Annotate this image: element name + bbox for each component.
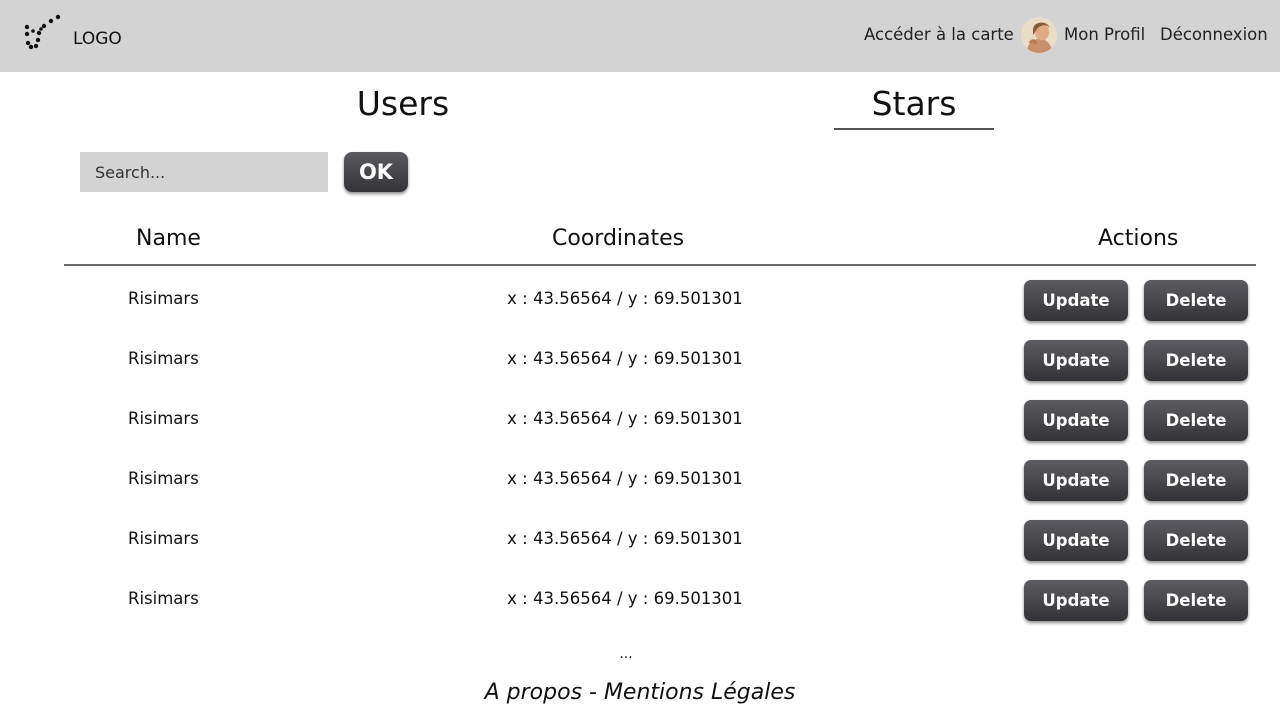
star-name: Risimars: [128, 529, 199, 548]
star-coordinates: x : 43.56564 / y : 69.501301: [507, 469, 743, 488]
update-button[interactable]: Update: [1024, 520, 1128, 561]
star-name: Risimars: [128, 469, 199, 488]
star-name: Risimars: [128, 289, 199, 308]
delete-button[interactable]: Delete: [1144, 580, 1248, 621]
tab-stars[interactable]: Stars: [834, 84, 994, 130]
star-coordinates: x : 43.56564 / y : 69.501301: [507, 349, 743, 368]
tab-users[interactable]: Users: [340, 84, 466, 123]
nav-profile-link[interactable]: Mon Profil: [1064, 25, 1145, 44]
table-row: Risimars x : 43.56564 / y : 69.501301 Up…: [0, 580, 1280, 622]
delete-button[interactable]: Delete: [1144, 520, 1248, 561]
star-coordinates: x : 43.56564 / y : 69.501301: [507, 289, 743, 308]
update-button[interactable]: Update: [1024, 400, 1128, 441]
column-header-coordinates: Coordinates: [552, 226, 685, 251]
table-row: Risimars x : 43.56564 / y : 69.501301 Up…: [0, 280, 1280, 322]
update-button[interactable]: Update: [1024, 340, 1128, 381]
user-avatar[interactable]: [1021, 17, 1057, 53]
logo-text[interactable]: LOGO: [73, 29, 122, 49]
footer-legal-link[interactable]: A propos - Mentions Légales: [440, 680, 840, 705]
update-button[interactable]: Update: [1024, 460, 1128, 501]
update-button[interactable]: Update: [1024, 580, 1128, 621]
search-ok-button[interactable]: OK: [344, 152, 408, 192]
table-row: Risimars x : 43.56564 / y : 69.501301 Up…: [0, 400, 1280, 442]
delete-button[interactable]: Delete: [1144, 400, 1248, 441]
column-header-actions: Actions: [1098, 226, 1179, 251]
star-name: Risimars: [128, 349, 199, 368]
table-row: Risimars x : 43.56564 / y : 69.501301 Up…: [0, 520, 1280, 562]
delete-button[interactable]: Delete: [1144, 340, 1248, 381]
delete-button[interactable]: Delete: [1144, 460, 1248, 501]
nav-logout-link[interactable]: Déconnexion: [1160, 25, 1268, 44]
delete-button[interactable]: Delete: [1144, 280, 1248, 321]
update-button[interactable]: Update: [1024, 280, 1128, 321]
star-coordinates: x : 43.56564 / y : 69.501301: [507, 589, 743, 608]
star-coordinates: x : 43.56564 / y : 69.501301: [507, 409, 743, 428]
star-name: Risimars: [128, 409, 199, 428]
table-row: Risimars x : 43.56564 / y : 69.501301 Up…: [0, 460, 1280, 502]
star-name: Risimars: [128, 589, 199, 608]
column-header-name: Name: [136, 226, 201, 251]
search-input[interactable]: [80, 152, 328, 192]
star-coordinates: x : 43.56564 / y : 69.501301: [507, 529, 743, 548]
top-header: LOGO Accéder à la carte Mon Profil Décon…: [0, 0, 1280, 72]
table-header-divider: [64, 264, 1256, 266]
constellation-logo-icon[interactable]: [22, 12, 66, 52]
nav-map-link[interactable]: Accéder à la carte: [864, 25, 1014, 44]
table-row: Risimars x : 43.56564 / y : 69.501301 Up…: [0, 340, 1280, 382]
more-rows-indicator: ...: [619, 646, 633, 662]
